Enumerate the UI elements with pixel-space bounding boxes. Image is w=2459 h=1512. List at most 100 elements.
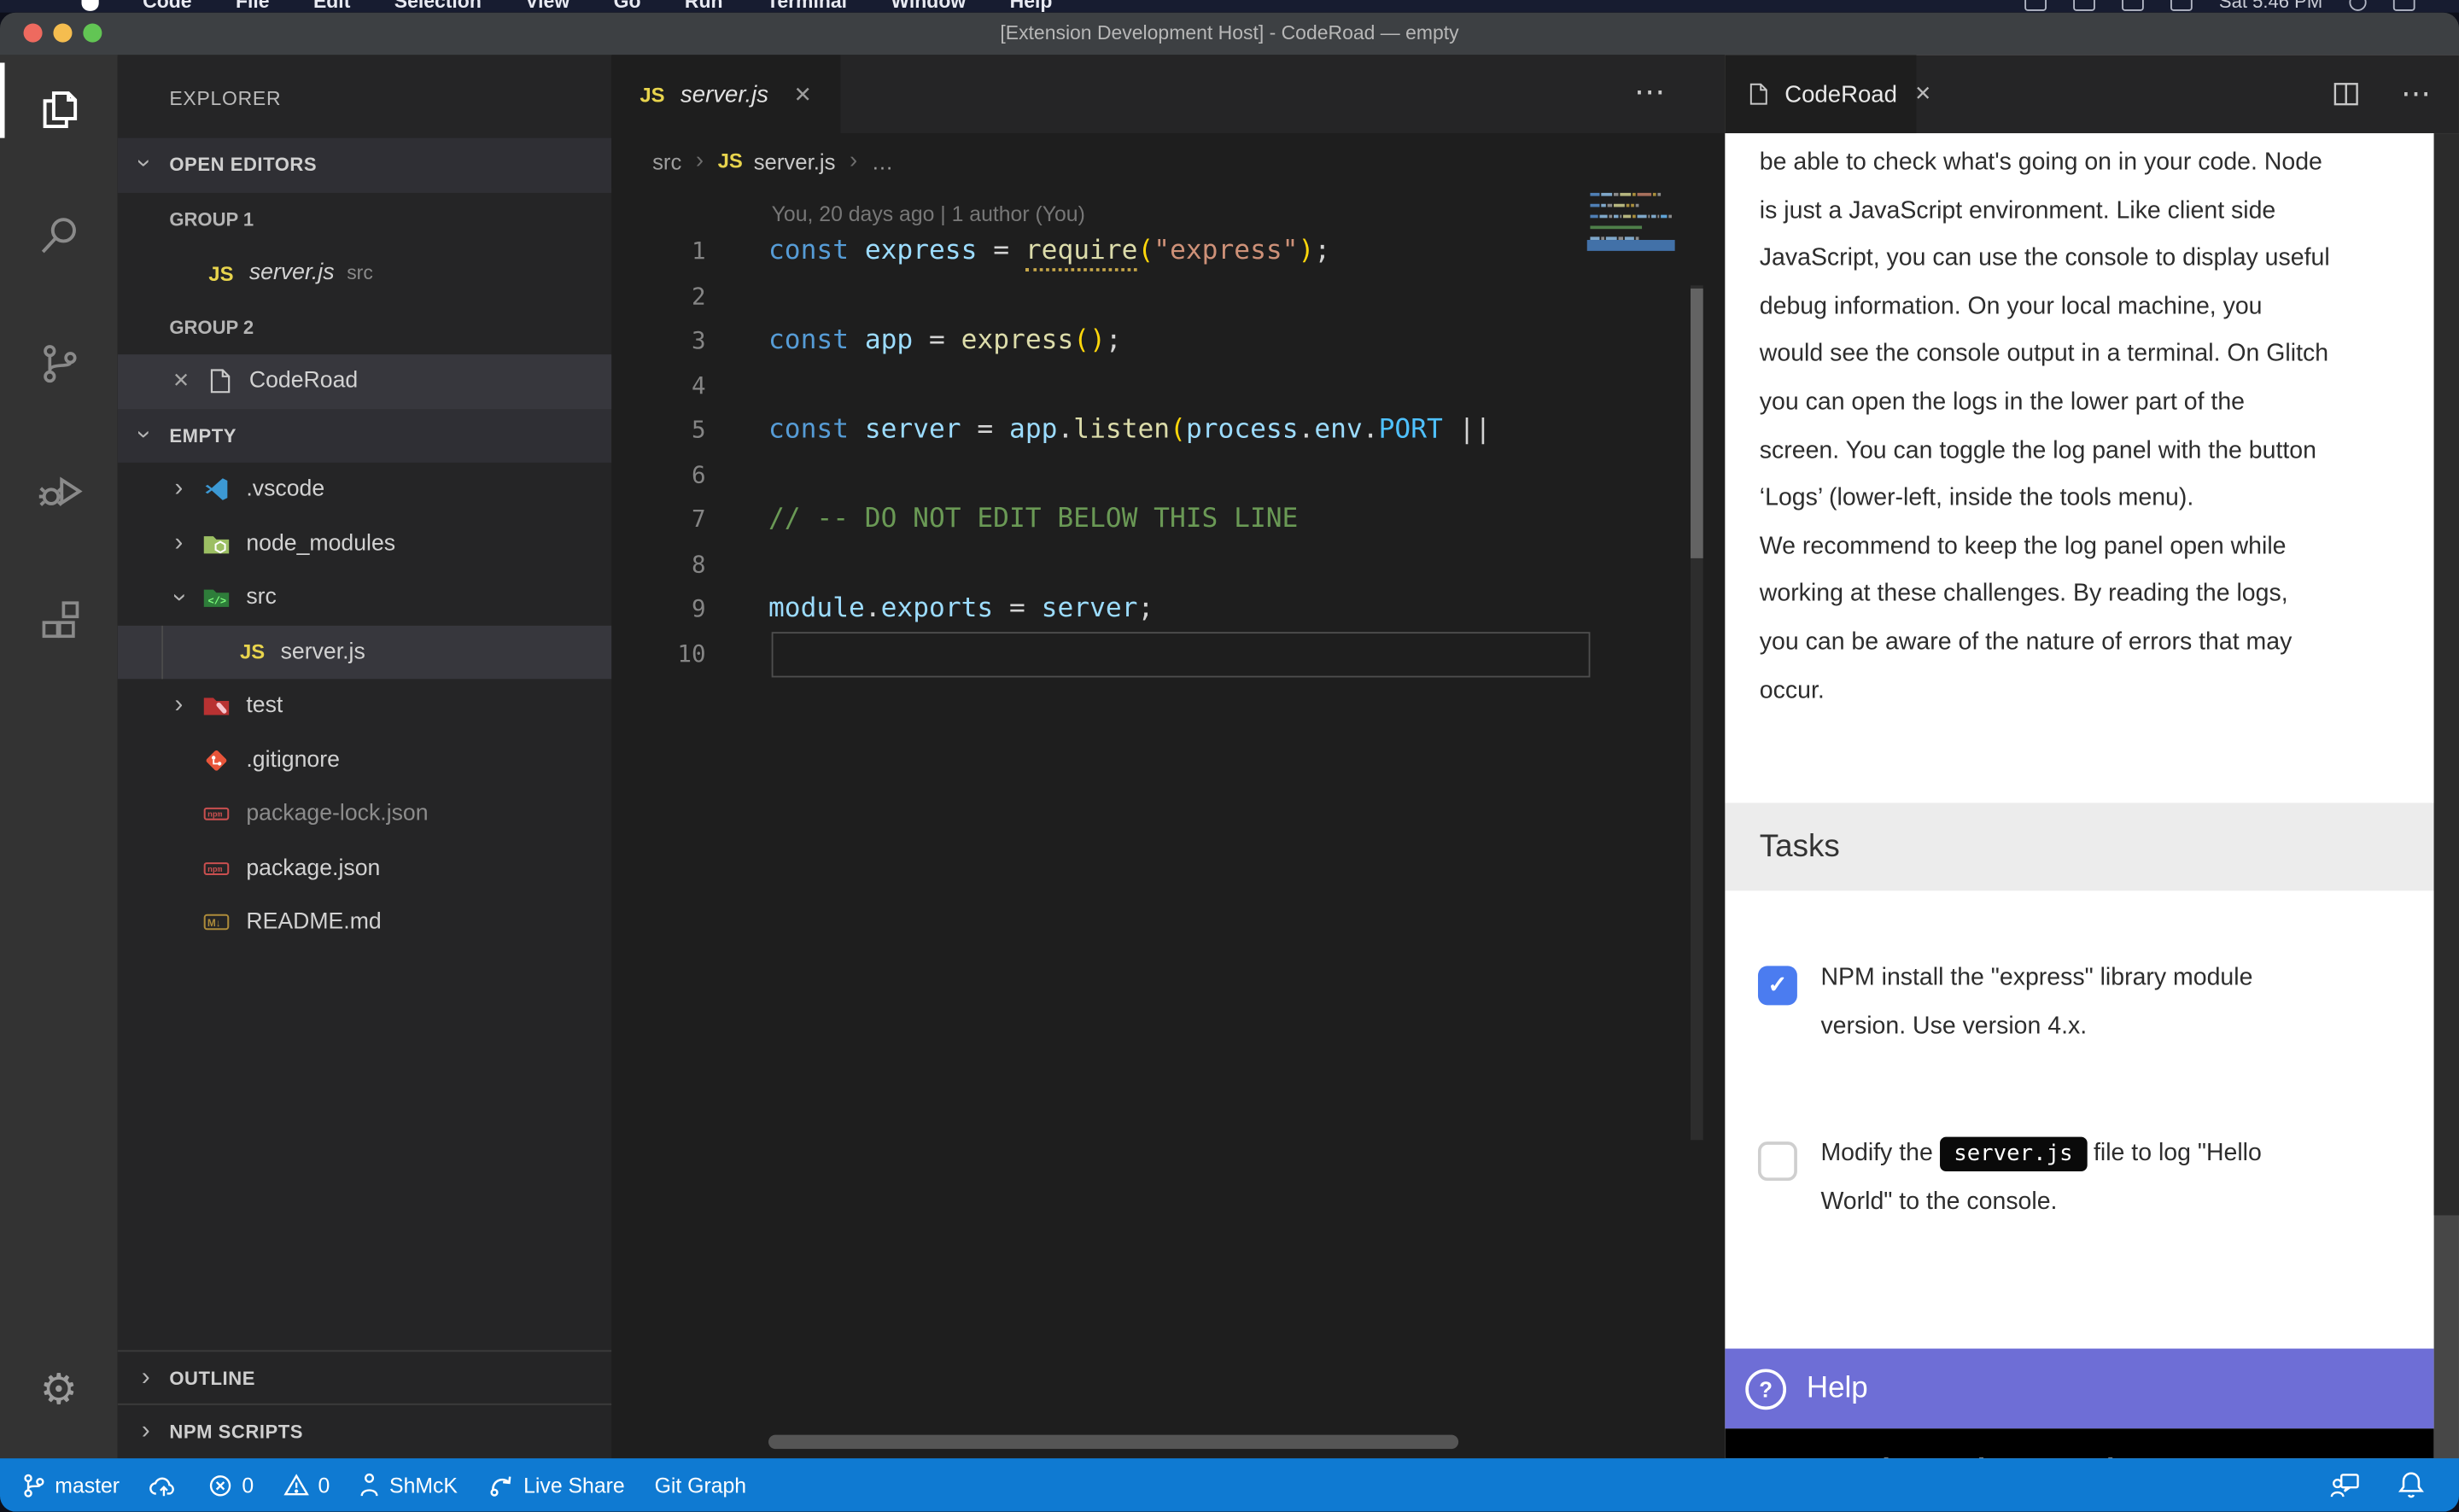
menu-go[interactable]: Go [614, 0, 641, 13]
code-line-7[interactable]: 7// -- DO NOT EDIT BELOW THIS LINE [611, 497, 1725, 541]
notifications-bell-icon[interactable] [2398, 1471, 2424, 1499]
tree-item--gitignore[interactable]: .gitignore [118, 733, 612, 787]
split-editor-icon[interactable] [2332, 80, 2360, 108]
tab-coderoad[interactable]: CodeRoad ✕ [1725, 55, 1916, 133]
search-icon[interactable] [0, 193, 118, 277]
explorer-icon[interactable] [0, 67, 118, 152]
open-editor-coderoad[interactable]: ✕ CodeRoad [118, 354, 612, 408]
settings-gear-icon[interactable]: ⚙ [0, 1366, 118, 1415]
source-control-icon[interactable] [0, 322, 118, 406]
menu-selection[interactable]: Selection [394, 0, 482, 13]
editor-more-actions-icon[interactable]: ⋯ [1634, 55, 1668, 133]
code-line-8[interactable]: 8 [611, 542, 1725, 587]
chevron-down-icon[interactable]: › [168, 586, 190, 610]
code-line-4[interactable]: 4 [611, 363, 1725, 407]
line-number: 10 [611, 631, 705, 675]
menu-terminal[interactable]: Terminal [767, 0, 847, 13]
chevron-right-icon[interactable]: › [166, 695, 191, 717]
npm-scripts-section-header[interactable]: › NPM SCRIPTS [118, 1404, 612, 1458]
lesson-text-line: be able to check what's going on in your… [1760, 139, 2418, 187]
panel-scrollbar[interactable] [2434, 133, 2459, 1458]
menubar-status-icon[interactable] [2073, 0, 2095, 10]
status-item-cloud-upload[interactable] [149, 1474, 179, 1497]
title-bar[interactable]: [Extension Development Host] - CodeRoad … [0, 13, 2459, 56]
close-icon[interactable]: ✕ [172, 369, 190, 394]
menubar-status-icon[interactable] [2170, 0, 2193, 10]
run-debug-icon[interactable] [0, 450, 118, 534]
code-line-6[interactable]: 6 [611, 452, 1725, 497]
chevron-right-icon: › [133, 1421, 158, 1443]
menu-file[interactable]: File [236, 0, 270, 13]
help-bar[interactable]: ? Help [1725, 1349, 2433, 1429]
line-number: 8 [611, 542, 705, 587]
tree-item-package-json[interactable]: npmpackage.json [118, 841, 612, 895]
code-line-5[interactable]: 5const server = app.listen(process.env.P… [611, 408, 1725, 452]
chevron-right-icon[interactable]: › [166, 479, 191, 501]
close-tab-icon[interactable]: ✕ [1914, 82, 1931, 107]
horizontal-scrollbar[interactable] [768, 1435, 1458, 1450]
code-line-1[interactable]: 1const express = require("express"); [611, 229, 1725, 273]
breadcrumb[interactable]: src › JS server.js › … [611, 133, 1725, 188]
file-label: .gitignore [246, 748, 340, 773]
control-center-icon[interactable] [2393, 0, 2415, 10]
status-item-live-share[interactable]: Live Share [488, 1473, 625, 1497]
menu-view[interactable]: View [525, 0, 569, 13]
breadcrumb-folder[interactable]: src [652, 149, 681, 173]
code-line-2[interactable]: 2 [611, 274, 1725, 318]
open-editors-header[interactable]: › OPEN EDITORS [118, 138, 612, 192]
menu-edit[interactable]: Edit [313, 0, 350, 13]
menu-help[interactable]: Help [1010, 0, 1053, 13]
folder-section-header[interactable]: › EMPTY [118, 408, 612, 462]
tree-item--vscode[interactable]: ›.vscode [118, 463, 612, 517]
breadcrumb-file[interactable]: server.js [754, 149, 836, 173]
gitlens-annotation[interactable]: You, 20 days ago | 1 author (You) [611, 188, 1725, 229]
close-tab-icon[interactable]: ✕ [793, 81, 812, 108]
breadcrumb-more[interactable]: … [872, 149, 894, 173]
screen: Code File Edit Selection View Go Run Terminal Wi… [0, 0, 2459, 1512]
minimap[interactable] [1590, 193, 1672, 248]
code-line-9[interactable]: 9module.exports = server; [611, 587, 1725, 631]
tab-server-js[interactable]: JS server.js ✕ [611, 55, 840, 133]
code-editor[interactable]: You, 20 days ago | 1 author (You) 1const… [611, 188, 1725, 1458]
file-icon [205, 367, 233, 395]
status-item-git-graph[interactable]: Git Graph [655, 1474, 747, 1497]
more-actions-icon[interactable]: ⋯ [2401, 76, 2434, 112]
code-line-3[interactable]: 3const app = express(); [611, 318, 1725, 363]
outline-section-header[interactable]: › OUTLINE [118, 1350, 612, 1404]
lesson-text-line: occur. [1760, 668, 2418, 715]
tree-item-server-js[interactable]: JSserver.js [118, 625, 612, 679]
tree-item-node-modules[interactable]: ›node_modules [118, 517, 612, 570]
task-item-2: Modify the server.js file to log "HelloW… [1758, 1130, 2401, 1226]
tree-item-src[interactable]: ›</>src [118, 571, 612, 625]
menu-code[interactable]: Code [143, 0, 191, 13]
panel-tab-bar: CodeRoad ✕ ⋯ [1725, 55, 2459, 133]
extensions-icon[interactable] [0, 581, 118, 665]
code-line-10[interactable]: 10 [611, 631, 1725, 675]
checkbox-checked[interactable]: ✓ [1758, 966, 1797, 1005]
status-item-master[interactable]: master [22, 1472, 120, 1498]
status-item-shmck[interactable]: ShMcK [359, 1473, 458, 1497]
menubar-status-icon[interactable] [2122, 0, 2144, 10]
menubar-status-icon[interactable] [2024, 0, 2047, 10]
tree-item-package-lock-json[interactable]: npmpackage-lock.json [118, 787, 612, 841]
tree-item-test[interactable]: ›test [118, 679, 612, 733]
editor-scrollbar[interactable] [1691, 285, 1703, 1140]
status-item-0[interactable]: 0 [209, 1474, 254, 1497]
status-item-0[interactable]: 0 [283, 1474, 330, 1497]
menu-window[interactable]: Window [891, 0, 966, 13]
lesson-footer[interactable]: 1. Meet the Node Console 1 of 2 tasks [1725, 1428, 2433, 1458]
menu-run[interactable]: Run [685, 0, 723, 13]
lesson-text-line: is just a JavaScript environment. Like c… [1760, 188, 2418, 236]
status-bar: master 0 0 ShMcK Live Share Git Graph [0, 1458, 2459, 1511]
minimap-slider[interactable] [1587, 240, 1675, 251]
spotlight-icon[interactable] [2349, 0, 2366, 10]
file-label: package-lock.json [246, 802, 428, 826]
open-editor-server-js[interactable]: JS server.js src [118, 246, 612, 300]
file-label: src [246, 586, 277, 610]
checkbox-unchecked[interactable] [1758, 1141, 1797, 1181]
feedback-icon[interactable] [2330, 1472, 2360, 1498]
apple-menu-icon[interactable] [82, 0, 99, 11]
chevron-right-icon[interactable]: › [166, 533, 191, 555]
menubar-clock[interactable]: Sat 5:46 PM [2219, 0, 2322, 13]
tree-item-readme-md[interactable]: M↓README.md [118, 896, 612, 949]
